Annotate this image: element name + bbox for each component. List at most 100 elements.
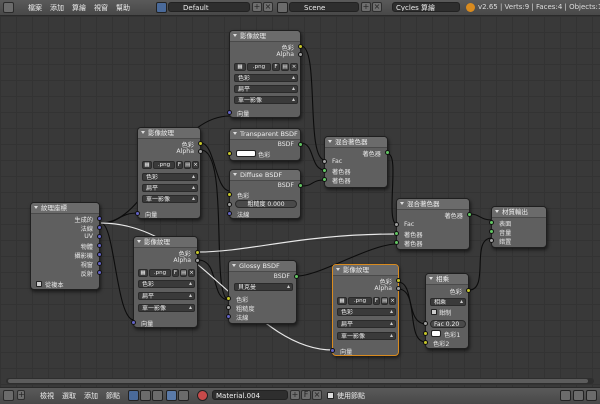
image-texture-4-title[interactable]: 影像紋理: [333, 265, 398, 276]
menu-view[interactable]: 檢視: [40, 391, 54, 401]
mix-rgb-socket-color1[interactable]: [423, 331, 428, 336]
mix-shader-2-title[interactable]: 混合著色器: [397, 199, 469, 210]
fake-user-material-button[interactable]: F: [301, 390, 311, 400]
transparent-bsdf-socket-color[interactable]: [227, 151, 232, 156]
open-file-icon[interactable]: ▤: [281, 63, 289, 71]
mix-shader-1-socket-fac[interactable]: [322, 159, 327, 164]
projection-select[interactable]: 扁平: [138, 292, 195, 300]
material-output-socket-displacement[interactable]: [489, 238, 494, 243]
image-texture-1-socket-color[interactable]: [298, 44, 303, 49]
projection-select[interactable]: 扁平: [142, 184, 198, 192]
glossy-bsdf-socket-color[interactable]: [226, 296, 231, 301]
image-texture-4-socket-alpha[interactable]: [396, 286, 401, 291]
image-browse-icon[interactable]: ▦: [138, 269, 148, 277]
image-browse-icon[interactable]: ▦: [337, 297, 347, 305]
projection-select[interactable]: 扁平: [337, 320, 396, 328]
image-texture-2-file-row[interactable]: ▦ .png F ▤ ×: [142, 161, 199, 169]
image-file-name[interactable]: .png: [348, 297, 372, 305]
scrollbar-thumb[interactable]: [8, 379, 588, 383]
image-texture-2-socket-color[interactable]: [198, 141, 203, 146]
image-texture-node-2[interactable]: 影像紋理 色彩 Alpha ▦ .png F ▤ × 色彩 扁平 單一影像 向量: [135, 127, 203, 219]
clamp-checkbox[interactable]: [431, 309, 437, 315]
glossy-bsdf-node[interactable]: Glossy BSDF BSDF 貝克曼 色彩 粗糙度 法線: [226, 260, 299, 324]
glossy-distribution-select[interactable]: 貝克曼: [234, 283, 293, 291]
texcoord-socket-window[interactable]: [97, 261, 102, 266]
diffuse-bsdf-socket-color[interactable]: [227, 192, 232, 197]
fake-user-button[interactable]: F: [373, 297, 380, 305]
image-texture-4-file-row[interactable]: ▦ .png F ▤ ×: [337, 297, 396, 305]
image-texture-node-1[interactable]: 影像紋理 色彩 Alpha ▦ .png F ▤ × 色彩 扁平 單一影像 向量: [227, 30, 303, 118]
menu-help[interactable]: 幫助: [116, 3, 130, 13]
source-select[interactable]: 單一影像: [138, 304, 195, 312]
image-texture-1-title[interactable]: 影像紋理: [230, 31, 300, 42]
world-shader-icon[interactable]: [178, 390, 189, 401]
transparent-color-swatch[interactable]: [236, 150, 256, 157]
collapse-menu-button[interactable]: +: [17, 390, 25, 400]
projection-select[interactable]: 扁平: [234, 85, 298, 93]
image-texture-1-socket-vector[interactable]: [227, 110, 232, 115]
material-output-node[interactable]: 材質輸出 表面 音量 錯置: [489, 206, 547, 248]
color-space-select[interactable]: 色彩: [337, 308, 396, 316]
mix-shader-2-socket-shader-b[interactable]: [394, 240, 399, 245]
material-output-socket-surface[interactable]: [489, 220, 494, 225]
mix-shader-node-2[interactable]: 混合著色器 著色器 Fac 著色器 著色器: [394, 198, 472, 250]
blend-mode-select[interactable]: 相乘: [430, 298, 466, 306]
texcoord-socket-reflection[interactable]: [97, 270, 102, 275]
source-select[interactable]: 單一影像: [142, 195, 198, 203]
horizontal-scrollbar[interactable]: [6, 378, 594, 384]
fake-user-button[interactable]: F: [172, 269, 179, 277]
image-file-name[interactable]: .png: [149, 269, 171, 277]
material-icon[interactable]: [197, 390, 208, 401]
image-texture-1-file-row[interactable]: ▦ .png F ▤ ×: [234, 63, 298, 71]
unlink-icon[interactable]: ×: [192, 161, 199, 169]
texcoord-socket-uv[interactable]: [97, 234, 102, 239]
mix-shader-node-1[interactable]: 混合著色器 著色器 Fac 著色器 著色器: [322, 136, 390, 188]
color-space-select[interactable]: 色彩: [138, 280, 195, 288]
compositor-tree-icon[interactable]: [140, 390, 151, 401]
material-name-field[interactable]: Material.004: [212, 390, 288, 400]
diffuse-bsdf-socket-roughness[interactable]: [227, 202, 232, 207]
mix-rgb-socket-fac[interactable]: [423, 321, 428, 326]
texcoord-node[interactable]: 紋理座標 生成的 法線 UV 物體 攝影機 視窗 反射 從複本: [30, 202, 102, 290]
diffuse-bsdf-socket-normal[interactable]: [227, 211, 232, 216]
unlink-icon[interactable]: ×: [290, 63, 298, 71]
mix-rgb-title[interactable]: 相乘: [426, 274, 468, 285]
mix-fac-field[interactable]: Fac 0.20: [430, 320, 466, 328]
texcoord-title[interactable]: 紋理座標: [31, 203, 99, 214]
texcoord-socket-object[interactable]: [97, 243, 102, 248]
material-output-socket-volume[interactable]: [489, 229, 494, 234]
mix-rgb-node[interactable]: 相乘 色彩 相乘 鉗制 Fac 0.20 色彩1 色彩2: [423, 273, 471, 349]
open-file-icon[interactable]: ▤: [184, 161, 191, 169]
object-shader-icon[interactable]: [166, 390, 177, 401]
image-texture-2-socket-vector[interactable]: [135, 211, 140, 216]
add-scene-button[interactable]: +: [361, 2, 371, 12]
glossy-bsdf-title[interactable]: Glossy BSDF: [229, 261, 296, 272]
menu-node[interactable]: 節點: [106, 391, 120, 401]
mix-shader-1-socket-shader-b[interactable]: [322, 177, 327, 182]
editor-type-icon[interactable]: [3, 390, 14, 401]
mix-shader-2-socket-fac[interactable]: [394, 222, 399, 227]
image-texture-3-socket-vector[interactable]: [131, 320, 136, 325]
texcoord-socket-generated[interactable]: [97, 216, 102, 221]
color-space-select[interactable]: 色彩: [142, 173, 198, 181]
from-dupli-checkbox[interactable]: [36, 281, 42, 287]
image-browse-icon[interactable]: ▦: [142, 161, 152, 169]
scene-icon[interactable]: [277, 2, 288, 13]
menu-add[interactable]: 添加: [50, 3, 64, 13]
menu-select[interactable]: 選取: [62, 391, 76, 401]
mix-color1-swatch[interactable]: [431, 330, 441, 337]
source-select[interactable]: 單一影像: [234, 96, 298, 104]
use-nodes-checkbox[interactable]: [327, 392, 334, 399]
image-texture-3-file-row[interactable]: ▦ .png F ▤ ×: [138, 269, 195, 277]
mix-shader-2-socket-shader-a[interactable]: [394, 231, 399, 236]
image-texture-3-socket-color[interactable]: [195, 250, 200, 255]
image-texture-2-socket-alpha[interactable]: [198, 149, 203, 154]
mix-rgb-socket-out[interactable]: [466, 288, 471, 293]
menu-add-node[interactable]: 添加: [84, 391, 98, 401]
render-engine-select[interactable]: Cycles 算繪: [392, 2, 460, 12]
color-space-select[interactable]: 色彩: [234, 74, 298, 82]
glossy-bsdf-socket-roughness[interactable]: [226, 305, 231, 310]
menu-window[interactable]: 視窗: [94, 3, 108, 13]
diffuse-bsdf-title[interactable]: Diffuse BSDF: [230, 170, 300, 181]
transparent-bsdf-title[interactable]: Transparent BSDF: [230, 129, 300, 140]
